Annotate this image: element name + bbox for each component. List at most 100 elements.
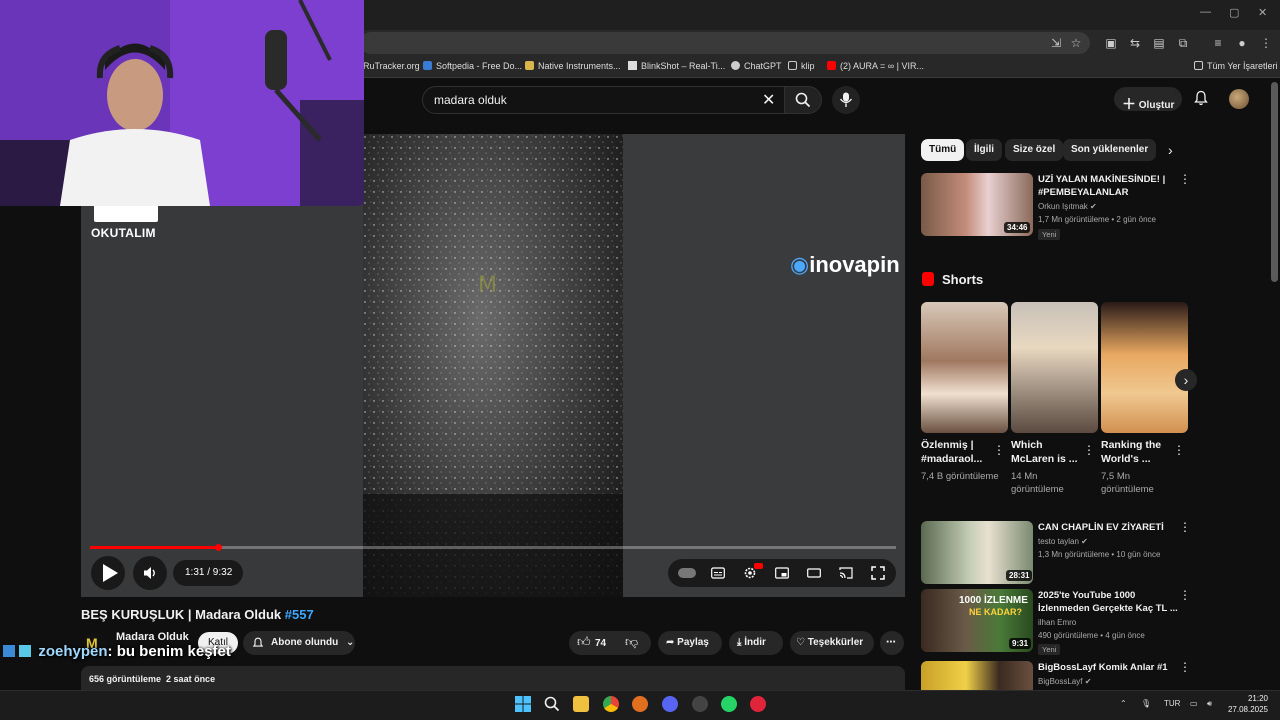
bookmark-item[interactable]: RuTracker.org (363, 61, 420, 71)
bookmark-item[interactable]: (2) AURA = ∞ | VIR... (827, 61, 924, 71)
search-query[interactable]: madara olduk (434, 93, 507, 107)
channel-name[interactable]: Madara Olduk (116, 631, 189, 643)
discord-icon[interactable] (662, 696, 678, 712)
minimize-icon[interactable]: — (1200, 6, 1211, 18)
file-explorer-icon[interactable] (573, 696, 589, 712)
extension-counter-icon[interactable]: ▤ (1151, 35, 1167, 51)
chip-all[interactable]: Tümü (921, 139, 965, 161)
all-bookmarks-folder[interactable]: Tüm Yer İşaretleri (1194, 61, 1278, 71)
create-button[interactable]: ＋ Oluştur (1114, 87, 1182, 112)
system-clock[interactable]: 21:20 27.08.2025 (1220, 693, 1268, 715)
bookmark-folder[interactable]: klip (788, 61, 815, 71)
share-icon: ➦ (666, 637, 675, 648)
volume-icon (144, 567, 155, 579)
chip-related[interactable]: İlgili (966, 139, 1002, 161)
more-vert-icon[interactable]: ⋮ (1083, 444, 1095, 456)
subscribe-label: Abone olundu (271, 637, 339, 648)
more-vert-icon[interactable]: ⋮ (1179, 521, 1191, 533)
verified-icon: ✔ (1090, 202, 1097, 211)
dislike-icon[interactable]: 👎︎ (625, 634, 638, 650)
clear-search-icon[interactable]: ✕ (762, 90, 775, 110)
hashtag-link[interactable]: #557 (285, 607, 314, 622)
thumbnail-text: NE KADAR? (969, 607, 1022, 617)
like-icon[interactable]: 👍︎ (577, 634, 591, 650)
play-button[interactable] (91, 556, 125, 590)
video-title-link[interactable]: 2025'te YouTube 1000 İzlenmeden Gerçekte… (1038, 589, 1178, 615)
more-vert-icon[interactable]: ⋮ (1179, 589, 1191, 601)
bookmark-item[interactable]: ChatGPT (731, 61, 782, 71)
browser-icon[interactable] (632, 696, 648, 712)
maximize-icon[interactable]: ▢ (1229, 6, 1239, 19)
puzzle-icon[interactable]: ⧉ (1175, 35, 1191, 51)
search-button[interactable] (784, 86, 822, 114)
more-vert-icon[interactable]: ⋮ (993, 444, 1005, 456)
fullscreen-icon[interactable] (871, 566, 885, 580)
chip-for-you[interactable]: Size özel (1005, 139, 1064, 161)
bookmark-star-icon[interactable]: ☆ (1068, 35, 1084, 51)
more-actions-button[interactable]: ⋯ (880, 631, 904, 655)
windows-start-icon[interactable] (515, 696, 531, 712)
more-vert-icon[interactable]: ⋮ (1173, 444, 1185, 456)
channel-name[interactable]: BigBossLayf ✔ (1038, 677, 1091, 686)
media-queue-icon[interactable]: ≡ (1210, 35, 1226, 51)
progress-bar-fill (90, 546, 218, 549)
profile-icon[interactable]: ● (1234, 35, 1250, 51)
subtitles-icon[interactable] (711, 566, 725, 580)
short-title[interactable]: Özlenmiş | #madaraol... (921, 438, 991, 466)
install-app-icon[interactable]: ⇲ (1048, 35, 1064, 51)
channel-name[interactable]: ilhan Emro (1038, 618, 1076, 627)
bookmark-item[interactable]: BlinkShot – Real-Ti... (628, 61, 725, 71)
short-thumbnail[interactable] (1101, 302, 1188, 433)
network-icon[interactable]: ▭ (1190, 699, 1198, 708)
location-pin-icon: ◉ (790, 252, 810, 277)
microphone-icon[interactable]: 🎙︎ (1141, 699, 1151, 708)
bookmark-item[interactable]: Native Instruments... (525, 61, 621, 71)
extension-icon[interactable]: ▣ (1103, 35, 1119, 51)
short-title[interactable]: Which McLaren is ... (1011, 438, 1081, 466)
chevron-right-icon[interactable]: › (1168, 142, 1173, 158)
account-avatar[interactable] (1229, 89, 1249, 109)
chrome-icon[interactable] (603, 696, 619, 712)
url-field[interactable] (360, 32, 1090, 54)
browser-menu-icon[interactable]: ⋮ (1258, 35, 1274, 51)
miniplayer-icon[interactable] (775, 566, 789, 580)
video-title-link[interactable]: CAN CHAPLİN EV ZİYARETİ (1038, 521, 1173, 534)
more-vert-icon[interactable]: ⋮ (1179, 661, 1191, 673)
shorts-next-button[interactable]: › (1175, 369, 1197, 391)
video-title-link[interactable]: BigBossLayf Komik Anlar #1 (1038, 661, 1178, 674)
short-title[interactable]: Ranking the World's ... (1101, 438, 1171, 466)
volume-button[interactable] (133, 556, 167, 590)
bookmark-item[interactable]: Softpedia - Free Do... (423, 61, 522, 71)
search-icon[interactable] (544, 696, 560, 712)
whatsapp-icon[interactable] (721, 696, 737, 712)
search-icon (795, 92, 811, 108)
page-scrollbar[interactable] (1271, 82, 1278, 282)
scrubber-handle[interactable] (215, 544, 222, 551)
subscribed-button[interactable]: Abone olundu ⌄ (243, 631, 355, 655)
video-thumbnail[interactable] (921, 661, 1033, 690)
video-title-link[interactable]: UZİ YALAN MAKİNESİNDE! | #PEMBEYALANLAR (1038, 173, 1173, 199)
app-icon[interactable] (750, 696, 766, 712)
more-vert-icon[interactable]: ⋮ (1179, 173, 1191, 185)
short-thumbnail[interactable] (1011, 302, 1098, 433)
webcam-overlay (0, 0, 364, 206)
chevron-up-icon[interactable]: ⌃ (1120, 699, 1127, 708)
theater-mode-icon[interactable] (807, 566, 821, 580)
thanks-button[interactable]: ♡ Teşekkürler (790, 631, 874, 655)
cast-icon[interactable] (839, 566, 853, 580)
close-window-icon[interactable]: ✕ (1258, 6, 1267, 19)
voice-search-button[interactable] (832, 86, 860, 114)
volume-icon[interactable]: 🔊︎ (1207, 699, 1212, 709)
notifications-bell-icon[interactable] (1193, 90, 1209, 106)
channel-name[interactable]: Orkun Işıtmak ✔ (1038, 202, 1097, 211)
translate-icon[interactable]: ⇆ (1127, 35, 1143, 51)
autoplay-toggle[interactable] (678, 568, 696, 578)
svg-text:M: M (478, 273, 497, 298)
chip-recent[interactable]: Son yüklenenler (1063, 139, 1157, 161)
language-indicator[interactable]: TUR (1164, 699, 1180, 708)
short-thumbnail[interactable] (921, 302, 1008, 433)
channel-name[interactable]: testo taylan ✔ (1038, 537, 1088, 546)
download-button[interactable]: ⤓ İndir (729, 631, 783, 655)
share-button[interactable]: ➦ Paylaş (658, 631, 722, 655)
app-icon[interactable] (692, 696, 708, 712)
